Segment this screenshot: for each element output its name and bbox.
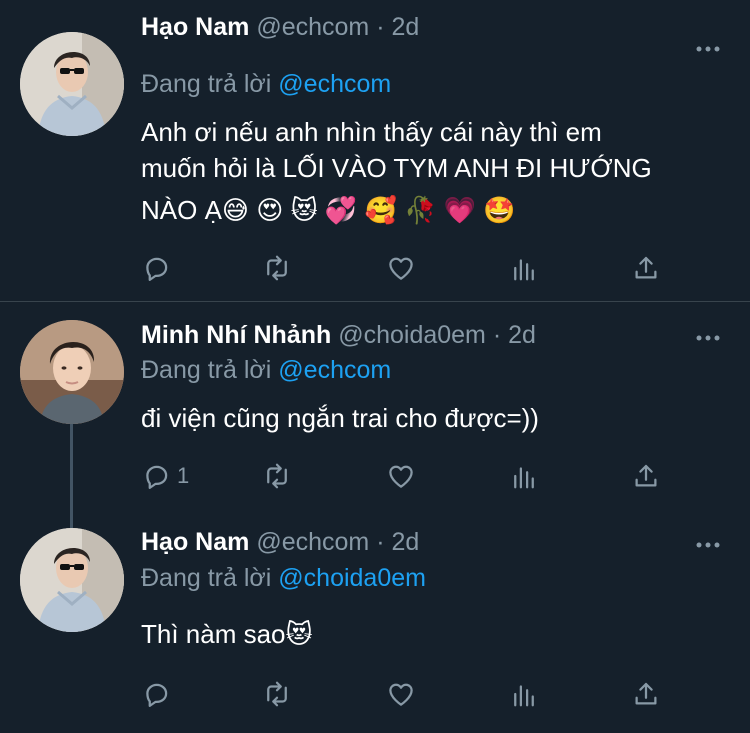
retweet-icon — [267, 255, 287, 281]
like-button[interactable] — [386, 460, 416, 492]
avatar[interactable] — [20, 32, 124, 136]
more-icon[interactable] — [696, 44, 720, 54]
tweet-text: đi viện cũng ngắn trai cho được=)) — [141, 400, 721, 436]
reply-prefix: Đang trả lời — [141, 356, 279, 384]
share-button[interactable] — [631, 252, 661, 284]
replying-to: Đang trả lời @echcom — [141, 70, 391, 99]
reply-icon — [146, 257, 168, 281]
timestamp[interactable]: 2d — [391, 13, 419, 41]
tweet-header: Minh Nhí Nhảnh @choida0em · 2d — [141, 321, 536, 350]
tweet[interactable]: Hạo Nam @echcom · 2d Đang trả lời @choid… — [0, 512, 750, 733]
tweet-actions — [141, 252, 681, 284]
analytics-button[interactable] — [509, 678, 539, 710]
reply-button[interactable]: 1 — [143, 460, 189, 492]
share-icon — [635, 682, 657, 705]
retweet-button[interactable] — [262, 460, 292, 492]
text-line: muốn hỏi là LỐI VÀO TYM ANH ĐI HƯỚNG — [141, 153, 652, 183]
text-line: đi viện cũng ngắn trai cho được=)) — [141, 403, 539, 433]
more-icon[interactable] — [696, 333, 720, 343]
tweet-actions — [141, 678, 681, 710]
share-button[interactable] — [631, 678, 661, 710]
separator: · — [485, 321, 509, 349]
reply-prefix: Đang trả lời — [141, 564, 279, 592]
retweet-button[interactable] — [262, 252, 292, 284]
heart-icon — [389, 257, 413, 280]
reply-count: 1 — [177, 463, 190, 488]
retweet-icon — [267, 463, 287, 489]
reply-prefix: Đang trả lời — [141, 70, 279, 98]
profile-photo — [20, 528, 124, 632]
analytics-icon — [514, 259, 534, 281]
like-button[interactable] — [386, 252, 416, 284]
share-icon — [635, 464, 657, 487]
separator: · — [369, 528, 392, 556]
timestamp[interactable]: 2d — [508, 321, 536, 349]
tweet[interactable]: Minh Nhí Nhảnh @choida0em · 2d Đang trả … — [0, 302, 750, 512]
analytics-icon — [514, 685, 534, 707]
like-button[interactable] — [386, 678, 416, 710]
retweet-icon — [267, 681, 287, 707]
retweet-button[interactable] — [262, 678, 292, 710]
share-button[interactable] — [631, 460, 661, 492]
display-name[interactable]: Hạo Nam — [141, 528, 249, 556]
tweet-text: Thì nàm sao😻 — [141, 616, 721, 652]
tweet-header: Hạo Nam @echcom · 2d — [141, 528, 419, 557]
heart-icon — [389, 465, 413, 488]
text-line: NÀO Ạ😅 😍 😻 💞 🥰 🥀 💗 🤩 — [141, 195, 516, 225]
tweet-actions: 1 — [141, 460, 681, 492]
reply-to-link[interactable]: @choida0em — [278, 564, 426, 592]
tweet-header: Hạo Nam @echcom · 2d — [141, 13, 419, 42]
separator: · — [369, 13, 392, 41]
profile-photo — [20, 32, 124, 136]
reply-to-link[interactable]: @echcom — [278, 70, 391, 98]
analytics-button[interactable] — [509, 460, 539, 492]
avatar[interactable] — [20, 528, 124, 632]
display-name[interactable]: Hạo Nam — [141, 13, 249, 41]
reply-to-link[interactable]: @echcom — [278, 356, 391, 384]
reply-icon — [146, 465, 168, 489]
handle[interactable]: @echcom — [256, 528, 369, 556]
handle[interactable]: @echcom — [256, 13, 369, 41]
tweet-text: Anh ơi nếu anh nhìn thấy cái này thì em … — [141, 114, 721, 228]
reply-icon — [146, 683, 168, 707]
more-icon[interactable] — [696, 540, 720, 550]
replying-to: Đang trả lời @echcom — [141, 356, 391, 385]
text-line: Thì nàm sao😻 — [141, 619, 313, 649]
analytics-button[interactable] — [509, 252, 539, 284]
text-line: Anh ơi nếu anh nhìn thấy cái này thì em — [141, 117, 602, 147]
profile-photo — [20, 320, 124, 424]
reply-button[interactable] — [143, 252, 177, 284]
timestamp[interactable]: 2d — [391, 528, 419, 556]
replying-to: Đang trả lời @choida0em — [141, 564, 426, 593]
analytics-icon — [514, 467, 534, 489]
share-icon — [635, 256, 657, 279]
display-name[interactable]: Minh Nhí Nhảnh — [141, 321, 331, 349]
handle[interactable]: @choida0em — [338, 321, 486, 349]
heart-icon — [389, 683, 413, 706]
tweet[interactable]: Hạo Nam @echcom · 2d Đang trả lời @echco… — [0, 0, 750, 300]
avatar[interactable] — [20, 320, 124, 424]
reply-button[interactable] — [143, 678, 177, 710]
